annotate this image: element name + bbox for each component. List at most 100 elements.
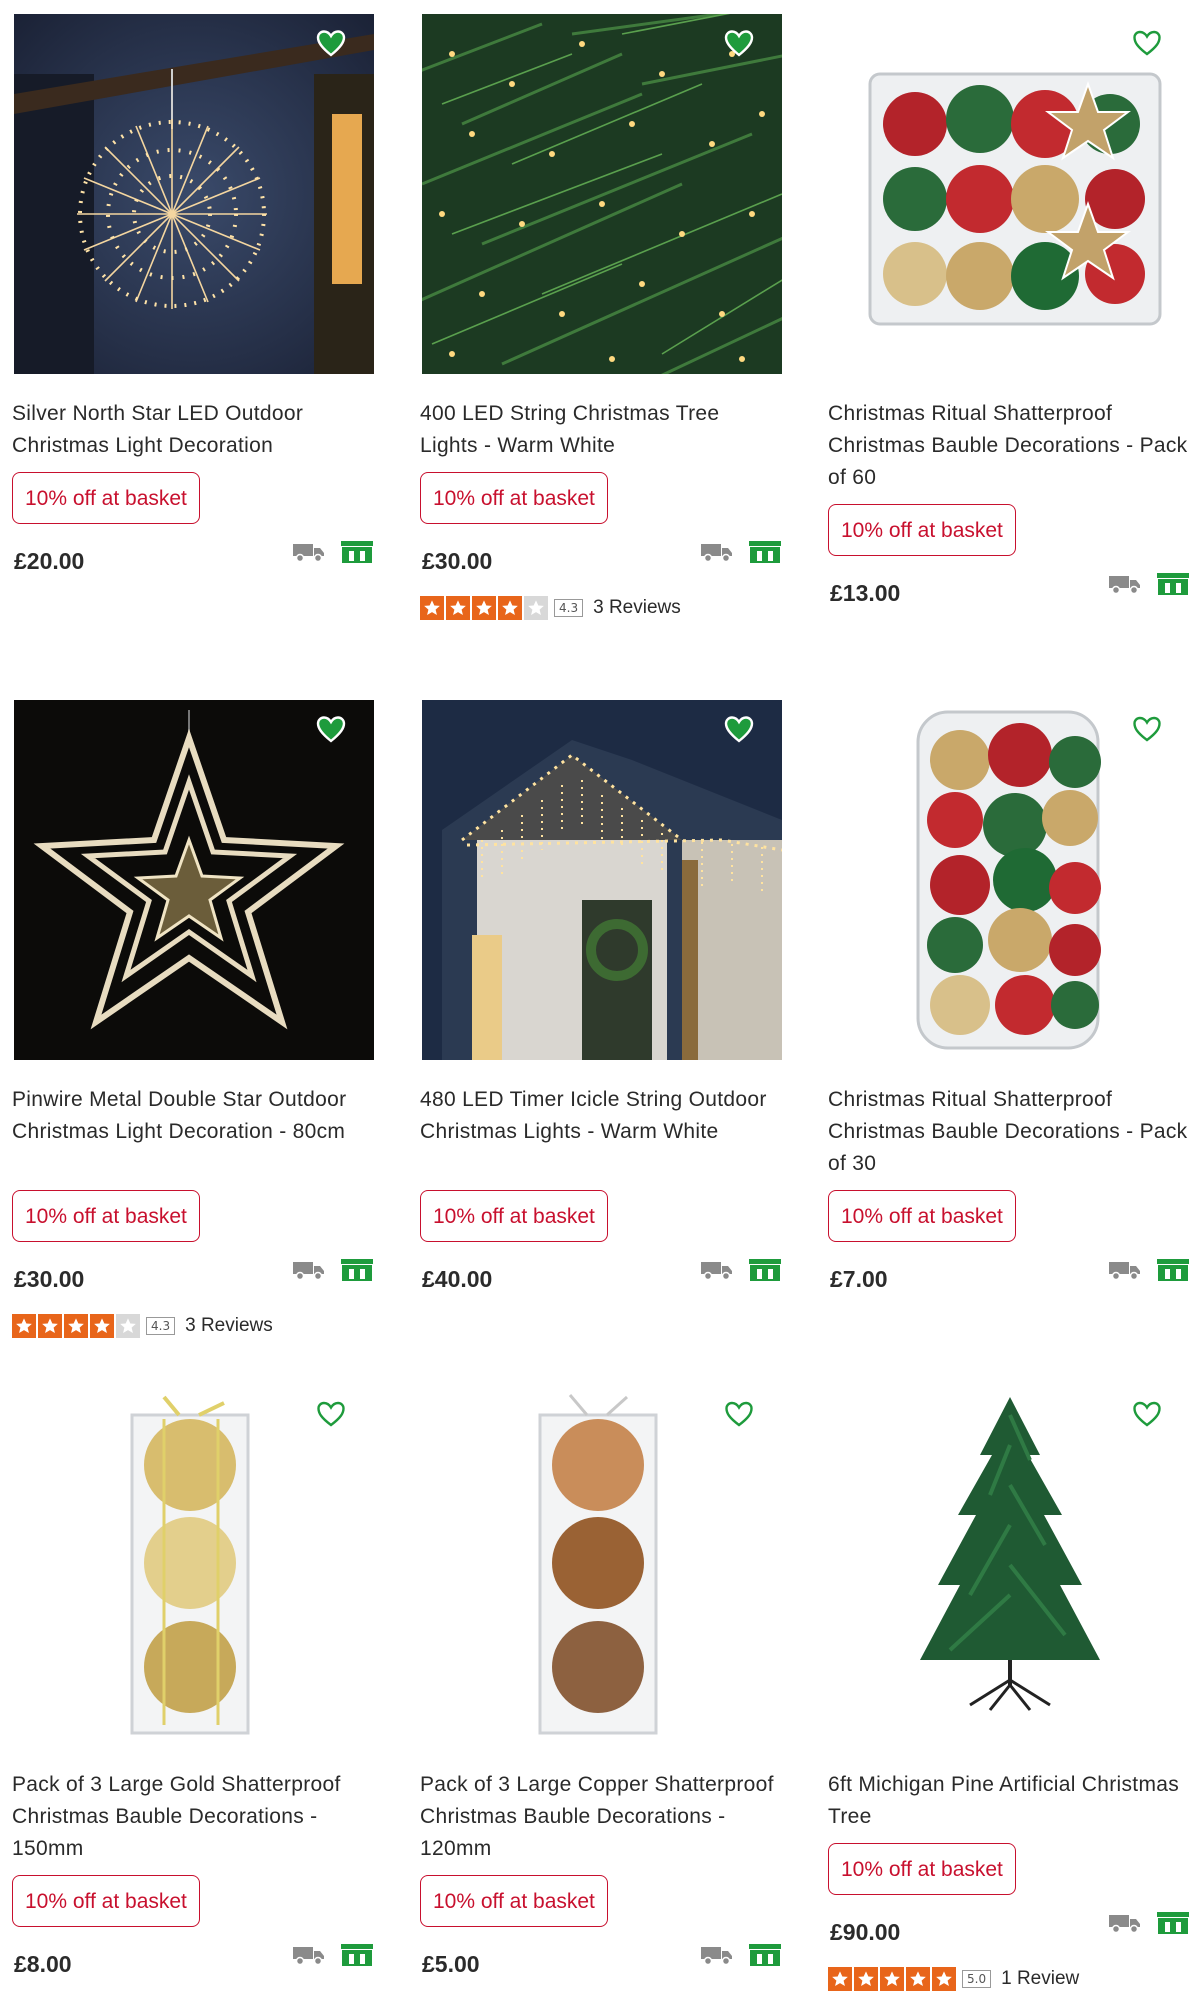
star-icon (90, 1314, 114, 1338)
gold-baubles-image (14, 1385, 374, 1745)
tree-lights-image (422, 14, 782, 374)
truck-icon (292, 1259, 326, 1281)
promo-badge: 10% off at basket (420, 1875, 608, 1927)
promo-badge: 10% off at basket (420, 1190, 608, 1242)
truck-icon (292, 1944, 326, 1966)
product-rating[interactable]: 4.3 3 Reviews (12, 1314, 273, 1338)
review-count[interactable]: 3 Reviews (185, 1315, 273, 1337)
wishlist-heart-icon[interactable] (314, 712, 348, 746)
product-title[interactable]: 480 LED Timer Icicle String Outdoor Chri… (420, 1084, 780, 1148)
star-icon (472, 596, 496, 620)
star-icon (880, 1967, 904, 1991)
wishlist-heart-icon[interactable] (722, 1397, 756, 1431)
truck-icon (700, 1259, 734, 1281)
star-icon (38, 1314, 62, 1338)
promo-badge: 10% off at basket (12, 1190, 200, 1242)
star-icon (906, 1967, 930, 1991)
promo-badge: 10% off at basket (420, 472, 608, 524)
bauble-box-image (830, 14, 1190, 374)
availability-icons (292, 1258, 374, 1282)
product-image[interactable] (830, 700, 1190, 1060)
product-price: £30.00 (422, 548, 493, 574)
product-price: £20.00 (14, 548, 85, 574)
rating-score: 4.3 (146, 1317, 176, 1335)
product-image[interactable] (830, 14, 1190, 374)
product-price: £30.00 (14, 1266, 85, 1292)
promo-badge: 10% off at basket (828, 504, 1016, 556)
product-rating[interactable]: 4.3 3 Reviews (420, 596, 681, 620)
wishlist-heart-icon[interactable] (1130, 712, 1164, 746)
product-image[interactable] (14, 700, 374, 1060)
availability-icons (1108, 1911, 1190, 1935)
star-icon (854, 1967, 878, 1991)
product-title[interactable]: Silver North Star LED Outdoor Christmas … (12, 398, 372, 462)
truck-icon (1108, 1912, 1142, 1934)
product-title[interactable]: Pack of 3 Large Copper Shatterproof Chri… (420, 1769, 780, 1865)
wishlist-heart-icon[interactable] (314, 1397, 348, 1431)
store-icon (1156, 1911, 1190, 1935)
wishlist-heart-icon[interactable] (1130, 26, 1164, 60)
product-price: £8.00 (14, 1951, 72, 1977)
pine-tree-image (830, 1385, 1190, 1745)
promo-badge: 10% off at basket (828, 1843, 1016, 1895)
star-empty-icon (116, 1314, 140, 1338)
product-title[interactable]: Pinwire Metal Double Star Outdoor Christ… (12, 1084, 372, 1148)
wishlist-heart-icon[interactable] (722, 26, 756, 60)
rating-stars (12, 1314, 140, 1338)
truck-icon (292, 541, 326, 563)
star-icon (64, 1314, 88, 1338)
bauble-tube-image (830, 700, 1190, 1060)
star-icon (12, 1314, 36, 1338)
truck-icon (1108, 1259, 1142, 1281)
wishlist-heart-icon[interactable] (314, 26, 348, 60)
rating-stars (828, 1967, 956, 1991)
store-icon (1156, 1258, 1190, 1282)
availability-icons (700, 1943, 782, 1967)
truck-icon (700, 1944, 734, 1966)
star-empty-icon (524, 596, 548, 620)
product-image[interactable] (422, 700, 782, 1060)
availability-icons (700, 540, 782, 564)
product-price: £7.00 (830, 1266, 888, 1292)
review-count[interactable]: 1 Review (1001, 1968, 1079, 1990)
product-image[interactable] (830, 1385, 1190, 1745)
store-icon (1156, 572, 1190, 596)
double-star-image (14, 700, 374, 1060)
availability-icons (292, 540, 374, 564)
store-icon (748, 540, 782, 564)
product-title[interactable]: Christmas Ritual Shatterproof Christmas … (828, 1084, 1188, 1180)
promo-badge: 10% off at basket (828, 1190, 1016, 1242)
product-grid: Silver North Star LED Outdoor Christmas … (0, 0, 1200, 1999)
store-icon (340, 1943, 374, 1967)
product-title[interactable]: 6ft Michigan Pine Artificial Christmas T… (828, 1769, 1188, 1833)
product-title[interactable]: Pack of 3 Large Gold Shatterproof Christ… (12, 1769, 372, 1865)
rating-stars (420, 596, 548, 620)
rating-score: 5.0 (962, 1970, 992, 1988)
truck-icon (700, 541, 734, 563)
store-icon (340, 540, 374, 564)
product-image[interactable] (14, 1385, 374, 1745)
wishlist-heart-icon[interactable] (722, 712, 756, 746)
star-icon (932, 1967, 956, 1991)
rating-score: 4.3 (554, 599, 584, 617)
product-price: £5.00 (422, 1951, 480, 1977)
wishlist-heart-icon[interactable] (1130, 1397, 1164, 1431)
copper-baubles-image (422, 1385, 782, 1745)
promo-badge: 10% off at basket (12, 1875, 200, 1927)
product-rating[interactable]: 5.0 1 Review (828, 1967, 1079, 1991)
product-image[interactable] (422, 1385, 782, 1745)
product-image[interactable] (422, 14, 782, 374)
store-icon (340, 1258, 374, 1282)
icicle-house-image (422, 700, 782, 1060)
store-icon (748, 1943, 782, 1967)
availability-icons (700, 1258, 782, 1282)
review-count[interactable]: 3 Reviews (593, 597, 681, 619)
store-icon (748, 1258, 782, 1282)
product-title[interactable]: 400 LED String Christmas Tree Lights - W… (420, 398, 780, 462)
product-image[interactable] (14, 14, 374, 374)
product-price: £13.00 (830, 580, 901, 606)
truck-icon (1108, 573, 1142, 595)
star-icon (828, 1967, 852, 1991)
product-title[interactable]: Christmas Ritual Shatterproof Christmas … (828, 398, 1188, 494)
availability-icons (1108, 572, 1190, 596)
